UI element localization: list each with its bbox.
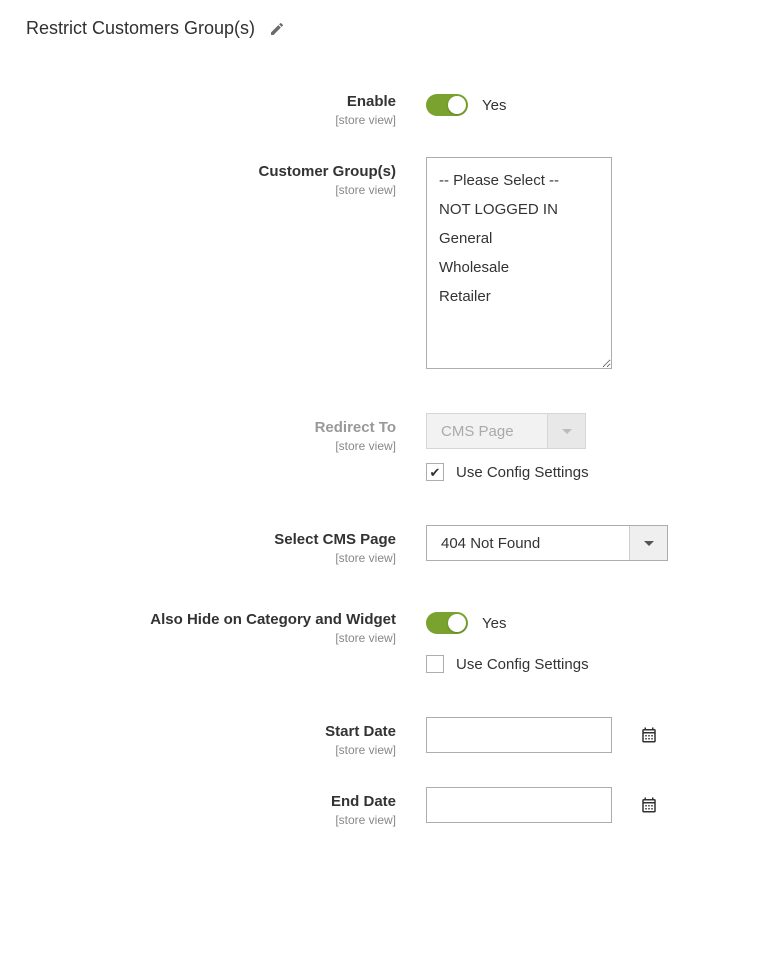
- field-control-col: 404 Not Found: [426, 525, 732, 561]
- field-enable: Enable [store view] Yes: [26, 87, 732, 127]
- scope-text: [store view]: [26, 743, 396, 757]
- pencil-icon[interactable]: [269, 21, 285, 37]
- also-hide-value: Yes: [482, 615, 506, 632]
- form-area: Enable [store view] Yes Customer Group(s…: [0, 47, 758, 847]
- scope-text: [store view]: [26, 113, 396, 127]
- multiselect-option[interactable]: NOT LOGGED IN: [427, 195, 611, 224]
- redirect-to-select: CMS Page: [426, 413, 586, 449]
- select-value: 404 Not Found: [427, 526, 629, 560]
- scope-text: [store view]: [26, 183, 396, 197]
- field-control-col: [426, 787, 732, 823]
- field-also-hide: Also Hide on Category and Widget [store …: [26, 605, 732, 645]
- calendar-icon[interactable]: [640, 796, 658, 814]
- start-date-label: Start Date: [26, 723, 396, 741]
- multiselect-option[interactable]: Wholesale: [427, 253, 611, 282]
- field-redirect-to: Redirect To [store view] CMS Page: [26, 413, 732, 453]
- select-cms-page-label: Select CMS Page: [26, 531, 396, 549]
- multiselect-option[interactable]: General: [427, 224, 611, 253]
- also-hide-use-config-checkbox[interactable]: [426, 655, 444, 673]
- start-date-input-wrap: [426, 717, 612, 753]
- section-title: Restrict Customers Group(s): [26, 18, 255, 39]
- redirect-to-label: Redirect To: [26, 419, 396, 437]
- enable-value: Yes: [482, 97, 506, 114]
- calendar-icon[interactable]: [640, 726, 658, 744]
- enable-toggle[interactable]: [426, 94, 468, 116]
- field-label-col: Enable [store view]: [26, 87, 426, 127]
- chevron-down-icon: [547, 414, 585, 448]
- field-label-col: Redirect To [store view]: [26, 413, 426, 453]
- field-customer-groups: Customer Group(s) [store view] -- Please…: [26, 157, 732, 369]
- field-control-col: [426, 717, 732, 753]
- redirect-to-use-config-row: Use Config Settings: [426, 463, 732, 481]
- customer-groups-label: Customer Group(s): [26, 163, 396, 181]
- select-cms-page-select[interactable]: 404 Not Found: [426, 525, 668, 561]
- enable-label: Enable: [26, 93, 396, 111]
- multiselect-option[interactable]: Retailer: [427, 282, 611, 311]
- also-hide-use-config-row: Use Config Settings: [426, 655, 732, 673]
- section-header: Restrict Customers Group(s): [0, 0, 758, 47]
- redirect-to-use-config-checkbox[interactable]: [426, 463, 444, 481]
- end-date-input[interactable]: [437, 796, 640, 815]
- field-select-cms-page: Select CMS Page [store view] 404 Not Fou…: [26, 525, 732, 565]
- scope-text: [store view]: [26, 439, 396, 453]
- also-hide-label: Also Hide on Category and Widget: [26, 611, 396, 629]
- field-label-col: Customer Group(s) [store view]: [26, 157, 426, 197]
- field-control-col: CMS Page: [426, 413, 732, 449]
- scope-text: [store view]: [26, 551, 396, 565]
- field-label-col: Start Date [store view]: [26, 717, 426, 757]
- field-control-col: Yes: [426, 87, 732, 123]
- chevron-down-icon: [629, 526, 667, 560]
- scope-text: [store view]: [26, 631, 396, 645]
- field-label-col: Select CMS Page [store view]: [26, 525, 426, 565]
- select-value: CMS Page: [427, 414, 547, 448]
- field-end-date: End Date [store view]: [26, 787, 732, 827]
- field-label-col: Also Hide on Category and Widget [store …: [26, 605, 426, 645]
- field-label-col: End Date [store view]: [26, 787, 426, 827]
- field-control-col: Yes: [426, 605, 732, 641]
- end-date-input-wrap: [426, 787, 612, 823]
- also-hide-toggle[interactable]: [426, 612, 468, 634]
- multiselect-option[interactable]: -- Please Select --: [427, 166, 611, 195]
- end-date-label: End Date: [26, 793, 396, 811]
- redirect-to-use-config-label: Use Config Settings: [456, 464, 589, 481]
- start-date-input[interactable]: [437, 726, 640, 745]
- also-hide-use-config-label: Use Config Settings: [456, 656, 589, 673]
- scope-text: [store view]: [26, 813, 396, 827]
- customer-groups-multiselect[interactable]: -- Please Select -- NOT LOGGED IN Genera…: [426, 157, 612, 369]
- field-control-col: -- Please Select -- NOT LOGGED IN Genera…: [426, 157, 732, 369]
- field-start-date: Start Date [store view]: [26, 717, 732, 757]
